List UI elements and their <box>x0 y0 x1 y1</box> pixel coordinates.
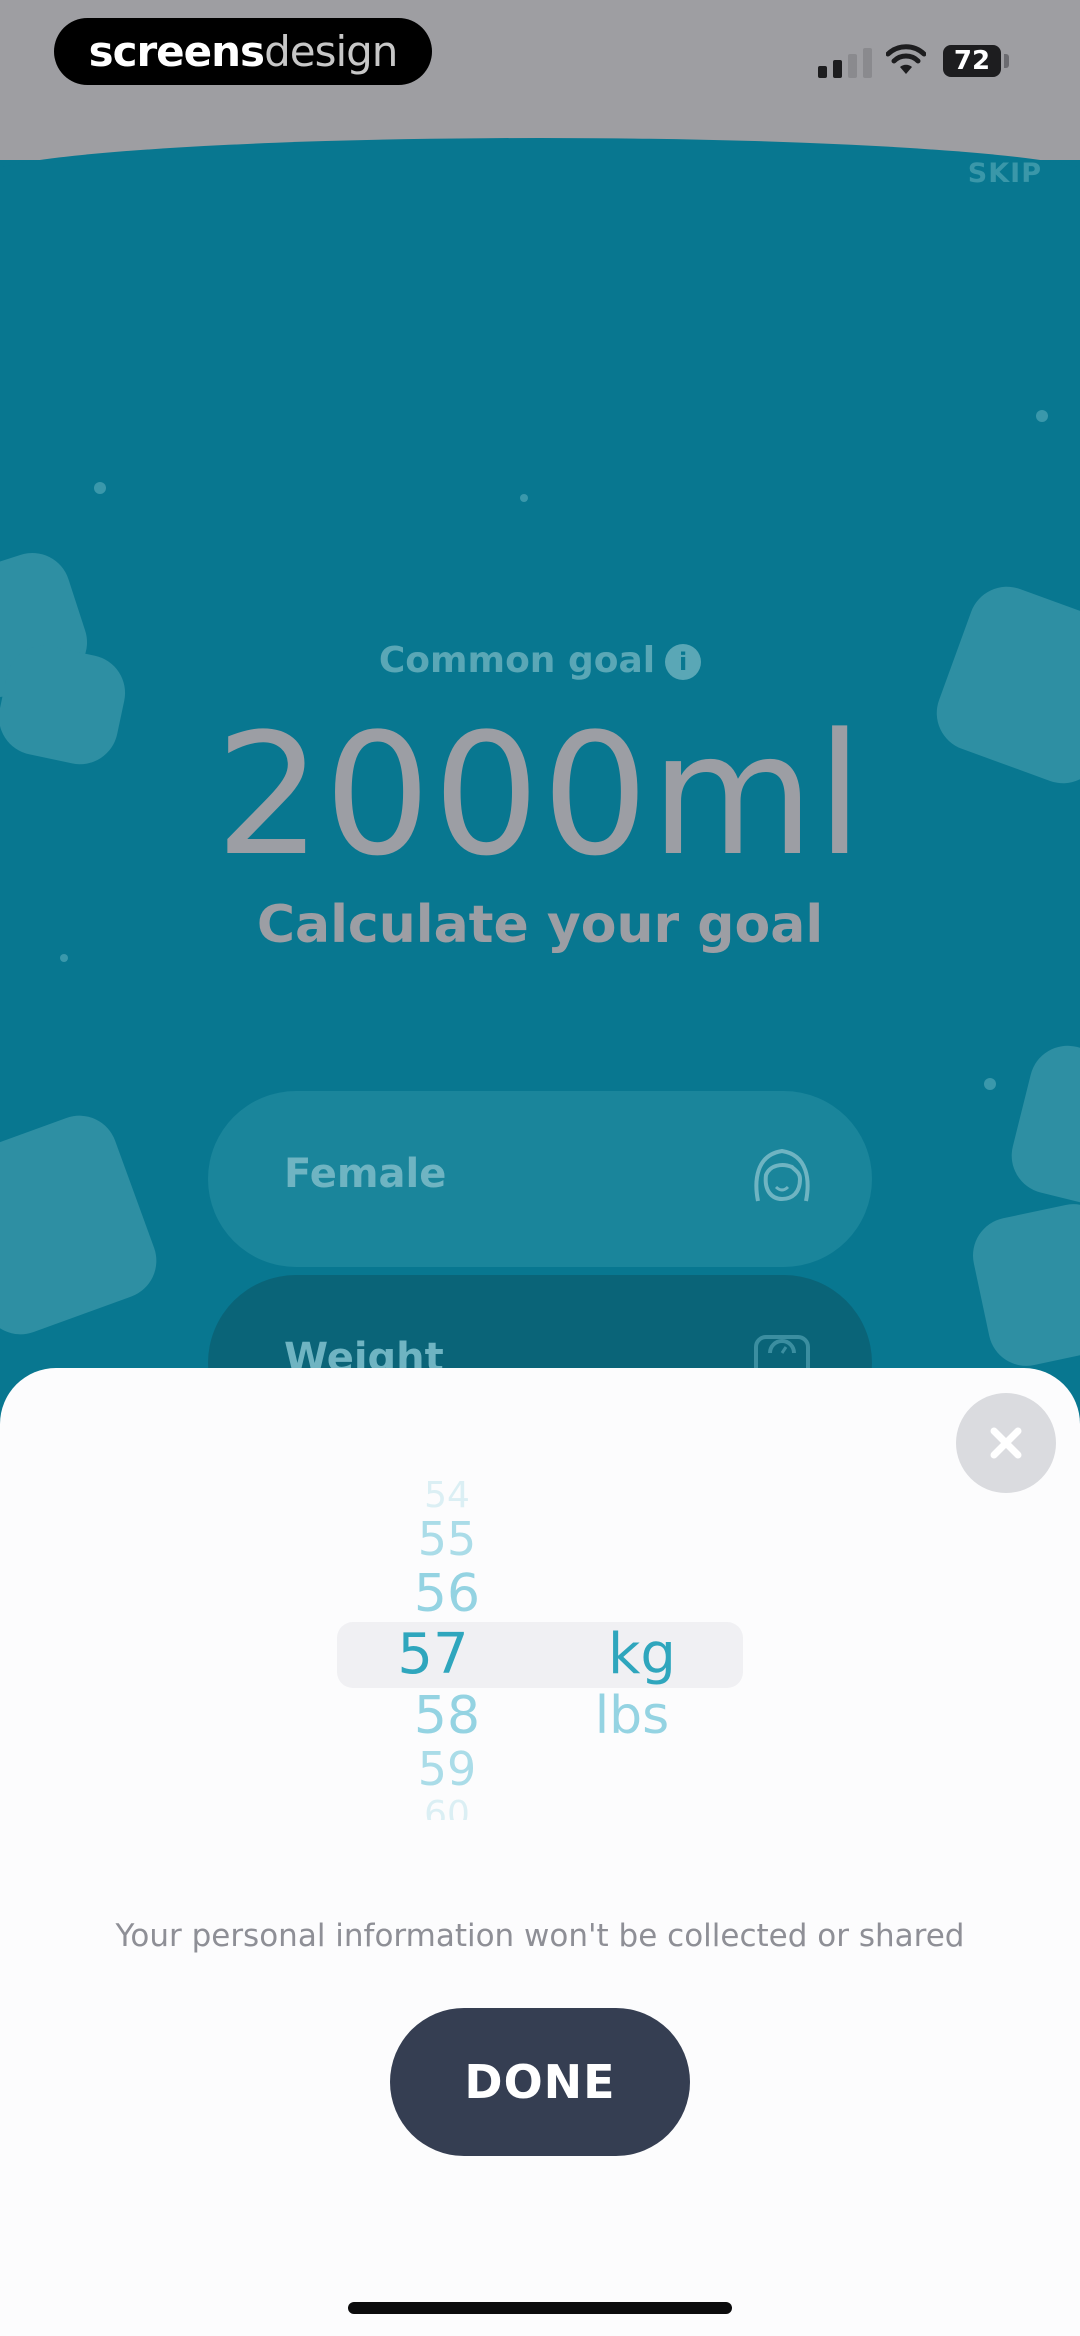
privacy-note: Your personal information won't be colle… <box>115 1918 965 1954</box>
brand-primary: screens <box>88 27 265 76</box>
done-button[interactable]: DONE <box>390 2008 690 2156</box>
gender-label: Female <box>284 1151 447 1197</box>
picker-number[interactable]: 58 <box>387 1686 507 1746</box>
bubble <box>94 482 106 494</box>
brand-secondary: design <box>264 27 398 76</box>
battery-icon: 72 <box>943 45 1001 77</box>
close-button[interactable] <box>956 1393 1056 1493</box>
bubble <box>984 1078 996 1090</box>
common-goal-label: Common goal i <box>0 640 1080 681</box>
ice-cube-decoration <box>1003 1037 1080 1213</box>
home-indicator <box>348 2302 732 2314</box>
bubble <box>520 494 528 502</box>
picker-number-selected[interactable]: 57 <box>373 1622 493 1687</box>
battery-tip <box>1004 54 1009 68</box>
picker-number[interactable]: 56 <box>387 1564 507 1624</box>
gender-field[interactable]: Female <box>208 1091 872 1267</box>
picker-number[interactable]: 55 <box>387 1512 507 1566</box>
picker-number[interactable]: 60 <box>387 1794 507 1820</box>
signal-icon <box>818 46 872 78</box>
brand-logo: screensdesign <box>54 18 432 85</box>
ice-cube-decoration <box>965 1197 1080 1373</box>
ice-cube-decoration <box>0 1104 168 1346</box>
weight-picker-sheet <box>0 1368 1080 2336</box>
close-icon <box>990 1427 1022 1459</box>
goal-amount: 2000ml <box>215 697 865 893</box>
common-goal-text: Common goal <box>378 640 656 681</box>
picker-unit[interactable]: lbs <box>562 1686 702 1746</box>
female-face-icon <box>754 1148 810 1202</box>
skip-button[interactable]: SKIP <box>968 158 1042 189</box>
picker-number[interactable]: 59 <box>387 1742 507 1796</box>
bubble <box>1036 410 1048 422</box>
calculate-goal-title: Calculate your goal <box>256 895 824 955</box>
info-icon[interactable]: i <box>665 644 702 680</box>
picker-number[interactable]: 54 <box>387 1475 507 1511</box>
picker-unit-selected[interactable]: kg <box>572 1622 712 1687</box>
bubble <box>60 954 68 962</box>
wifi-icon <box>886 44 926 74</box>
